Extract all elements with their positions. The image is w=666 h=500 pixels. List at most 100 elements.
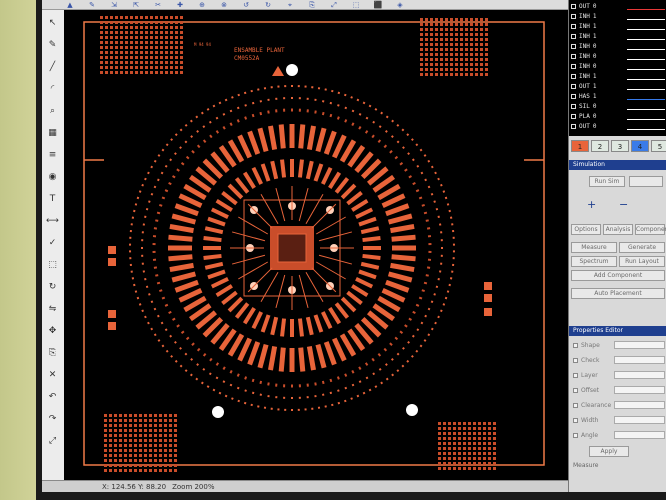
- analysis-button[interactable]: Analysis: [603, 224, 633, 235]
- signal-name: OUT: [579, 123, 590, 130]
- apply-button[interactable]: Apply: [589, 446, 629, 457]
- add-component-button[interactable]: Add Component: [571, 270, 665, 281]
- toolbar-button[interactable]: ⇱: [128, 1, 144, 9]
- options-button[interactable]: Options: [571, 224, 601, 235]
- stop-button[interactable]: [629, 176, 663, 187]
- fit-icon[interactable]: ⤢: [45, 434, 60, 448]
- property-checkbox[interactable]: [573, 342, 578, 348]
- toolbar-button[interactable]: ▲: [62, 1, 78, 9]
- text-icon[interactable]: T: [45, 192, 60, 206]
- toolbar-button[interactable]: ⤢: [326, 1, 342, 9]
- signal-row[interactable]: INH 1: [571, 32, 596, 41]
- property-field[interactable]: [614, 416, 665, 424]
- spectrum-button[interactable]: Spectrum: [571, 256, 617, 267]
- signal-name: INH: [579, 53, 590, 60]
- toolbar-button[interactable]: ↻: [260, 1, 276, 9]
- toolbar-button[interactable]: ✂: [150, 1, 166, 9]
- signal-checkbox[interactable]: [571, 84, 576, 89]
- grid-icon[interactable]: ▦: [45, 126, 60, 140]
- signal-checkbox[interactable]: [571, 94, 576, 99]
- signal-row[interactable]: INH 0: [571, 62, 596, 71]
- layer-tab[interactable]: 2: [591, 140, 609, 152]
- toolbar-button[interactable]: ⌖: [282, 1, 298, 9]
- signal-row[interactable]: OUT 1: [571, 82, 596, 91]
- signal-row[interactable]: INH 1: [571, 12, 596, 21]
- signal-row[interactable]: OUT 0: [571, 122, 596, 131]
- toolbar-button[interactable]: ✚: [172, 1, 188, 9]
- property-field[interactable]: [614, 386, 665, 394]
- property-field[interactable]: [614, 431, 665, 439]
- zoom-in-icon[interactable]: +: [587, 198, 596, 211]
- signal-value: 0: [592, 3, 597, 10]
- pcb-canvas[interactable]: ENSAMBLE PLANT CM0552A M 94 94: [64, 10, 568, 480]
- line-icon[interactable]: ╱: [45, 60, 60, 74]
- layer-tab[interactable]: 4: [631, 140, 649, 152]
- flip-icon[interactable]: ⇋: [45, 302, 60, 316]
- layer-icon[interactable]: ≡: [45, 148, 60, 162]
- signal-checkbox[interactable]: [571, 24, 576, 29]
- property-field[interactable]: [614, 356, 665, 364]
- signal-checkbox[interactable]: [571, 124, 576, 129]
- toolbar-button[interactable]: ◈: [392, 1, 408, 9]
- move-icon[interactable]: ✥: [45, 324, 60, 338]
- signal-row[interactable]: HAS 1: [571, 92, 596, 101]
- select-icon[interactable]: ⬚: [45, 258, 60, 272]
- toolbar-button[interactable]: ⬚: [348, 1, 364, 9]
- toolbar-button[interactable]: ⊗: [216, 1, 232, 9]
- run-sim-button[interactable]: Run Sim: [589, 176, 625, 187]
- pen-icon[interactable]: ✎: [45, 38, 60, 52]
- property-field[interactable]: [614, 371, 665, 379]
- toolbar-button[interactable]: ⊕: [194, 1, 210, 9]
- toolbar-button[interactable]: ⬛: [370, 1, 386, 9]
- signal-checkbox[interactable]: [571, 44, 576, 49]
- signal-row[interactable]: INH 1: [571, 72, 596, 81]
- signal-checkbox[interactable]: [571, 14, 576, 19]
- signal-checkbox[interactable]: [571, 74, 576, 79]
- rotate-icon[interactable]: ↻: [45, 280, 60, 294]
- signal-checkbox[interactable]: [571, 4, 576, 9]
- signal-row[interactable]: PLA 0: [571, 112, 596, 121]
- signal-row[interactable]: SIL 0: [571, 102, 596, 111]
- property-checkbox[interactable]: [573, 387, 578, 393]
- layer-tab[interactable]: 3: [611, 140, 629, 152]
- signal-checkbox[interactable]: [571, 114, 576, 119]
- measure-icon[interactable]: ⟷: [45, 214, 60, 228]
- layer-tab[interactable]: 5: [651, 140, 666, 152]
- undo-icon[interactable]: ↶: [45, 390, 60, 404]
- redo-icon[interactable]: ↷: [45, 412, 60, 426]
- zoom-out-icon[interactable]: −: [619, 198, 628, 211]
- measure-button[interactable]: Measure: [571, 242, 617, 253]
- via-icon[interactable]: ◉: [45, 170, 60, 184]
- signal-row[interactable]: OUT 0: [571, 2, 596, 11]
- pointer-icon[interactable]: ↖: [45, 16, 60, 30]
- toolbar-button[interactable]: ⇲: [106, 1, 122, 9]
- zoom-icon[interactable]: ⌕: [45, 104, 60, 118]
- property-checkbox[interactable]: [573, 432, 578, 438]
- property-field[interactable]: [614, 401, 665, 409]
- signal-checkbox[interactable]: [571, 64, 576, 69]
- arc-icon[interactable]: ◜: [45, 82, 60, 96]
- signal-checkbox[interactable]: [571, 104, 576, 109]
- layer-tab[interactable]: 1: [571, 140, 589, 152]
- property-checkbox[interactable]: [573, 402, 578, 408]
- signal-checkbox[interactable]: [571, 54, 576, 59]
- signal-checkbox[interactable]: [571, 34, 576, 39]
- signal-row[interactable]: INH 1: [571, 22, 596, 31]
- signal-row[interactable]: INH 0: [571, 42, 596, 51]
- toolbar-button[interactable]: ✎: [84, 1, 100, 9]
- copy-icon[interactable]: ⎘: [45, 346, 60, 360]
- auto-placement-button[interactable]: Auto Placement: [571, 288, 665, 299]
- property-checkbox[interactable]: [573, 417, 578, 423]
- drc-icon[interactable]: ✓: [45, 236, 60, 250]
- toolbar-button[interactable]: ↺: [238, 1, 254, 9]
- property-field[interactable]: [614, 341, 665, 349]
- generate-button[interactable]: Generate: [619, 242, 665, 253]
- pcb-layout[interactable]: ENSAMBLE PLANTCM0552A M 94 94: [64, 10, 568, 480]
- property-checkbox[interactable]: [573, 357, 578, 363]
- signal-row[interactable]: INH 0: [571, 52, 596, 61]
- toolbar-button[interactable]: ⎘: [304, 1, 320, 9]
- run-layout-button[interactable]: Run Layout: [619, 256, 665, 267]
- components-button[interactable]: Components: [635, 224, 666, 235]
- delete-icon[interactable]: ✕: [45, 368, 60, 382]
- property-checkbox[interactable]: [573, 372, 578, 378]
